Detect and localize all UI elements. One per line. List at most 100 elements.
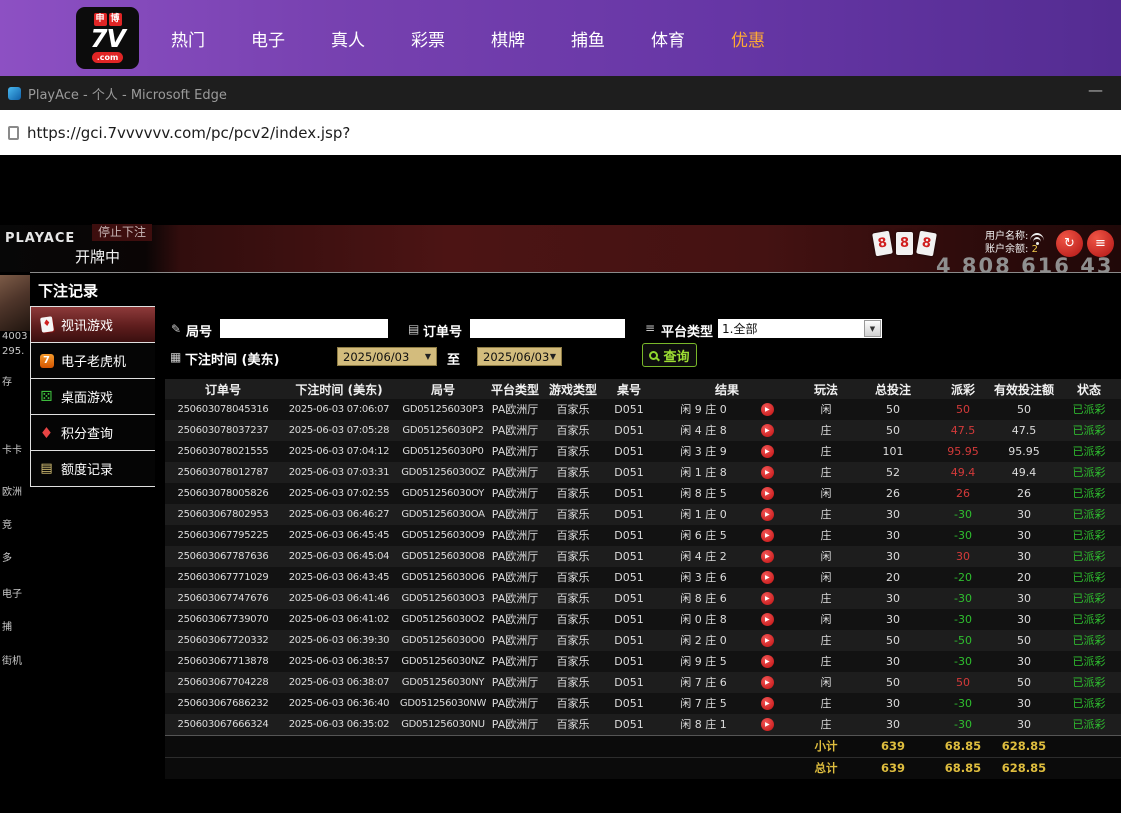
- cell-result: 闲 8 庄 5 ▶: [653, 483, 801, 504]
- cell-round: GD051256030O0: [397, 630, 489, 651]
- chevron-down-icon: ▼: [550, 352, 556, 361]
- cell-valid-bet: 49.4: [991, 462, 1057, 483]
- bet-records-table: 订单号 下注时间 (美东) 局号 平台类型 游戏类型 桌号 结果 玩法 总投注 …: [165, 379, 1121, 779]
- play-video-button[interactable]: ▶: [761, 529, 774, 542]
- table-row[interactable]: 250603067713878 2025-06-03 06:38:57 GD05…: [165, 651, 1121, 672]
- cell-table-no: D051: [605, 546, 653, 567]
- cell-status: 已派彩: [1057, 609, 1121, 630]
- play-video-button[interactable]: ▶: [761, 655, 774, 668]
- table-row[interactable]: 250603067795225 2025-06-03 06:45:45 GD05…: [165, 525, 1121, 546]
- cell-play: 庄: [801, 630, 851, 651]
- cell-result: 闲 0 庄 8 ▶: [653, 609, 801, 630]
- cell-platform: PA欧洲厅: [489, 630, 541, 651]
- table-row[interactable]: 250603078012787 2025-06-03 07:03:31 GD05…: [165, 462, 1121, 483]
- play-video-button[interactable]: ▶: [761, 487, 774, 500]
- play-video-button[interactable]: ▶: [761, 676, 774, 689]
- round-number-input[interactable]: [220, 319, 388, 338]
- cell-round: GD051256030P3: [397, 399, 489, 420]
- cell-total-bet: 20: [851, 567, 935, 588]
- table-row[interactable]: 250603078037237 2025-06-03 07:05:28 GD05…: [165, 420, 1121, 441]
- site-logo[interactable]: 申 博 7V .com: [76, 7, 139, 69]
- cell-table-no: D051: [605, 609, 653, 630]
- play-video-button[interactable]: ▶: [761, 613, 774, 626]
- play-video-button[interactable]: ▶: [761, 571, 774, 584]
- play-video-button[interactable]: ▶: [761, 697, 774, 710]
- sidebar-item-points-query[interactable]: ♦ 积分查询: [31, 415, 155, 451]
- chevron-down-icon[interactable]: ▼: [864, 320, 881, 337]
- table-row[interactable]: 250603067747676 2025-06-03 06:41:46 GD05…: [165, 588, 1121, 609]
- play-video-button[interactable]: ▶: [761, 403, 774, 416]
- nav-board-games[interactable]: 棋牌: [468, 26, 548, 51]
- minimize-button[interactable]: —: [1088, 81, 1103, 99]
- date-from-picker[interactable]: 2025/06/03 ▼: [337, 347, 437, 366]
- cell-status: 已派彩: [1057, 462, 1121, 483]
- sidebar-item-video-games[interactable]: ♦ 视讯游戏: [31, 307, 155, 343]
- address-bar[interactable]: https://gci.7vvvvvv.com/pc/pcv2/index.js…: [0, 110, 1121, 155]
- table-row[interactable]: 250603067739070 2025-06-03 06:41:02 GD05…: [165, 609, 1121, 630]
- cell-time: 2025-06-03 06:38:57: [281, 651, 397, 672]
- cell-table-no: D051: [605, 462, 653, 483]
- cell-game-type: 百家乐: [541, 462, 605, 483]
- col-time: 下注时间 (美东): [281, 379, 397, 399]
- cell-valid-bet: 30: [991, 525, 1057, 546]
- cell-total-bet: 30: [851, 609, 935, 630]
- table-row[interactable]: 250603067771029 2025-06-03 06:43:45 GD05…: [165, 567, 1121, 588]
- play-video-button[interactable]: ▶: [761, 718, 774, 731]
- table-row[interactable]: 250603067720332 2025-06-03 06:39:30 GD05…: [165, 630, 1121, 651]
- table-row[interactable]: 250603067787636 2025-06-03 06:45:04 GD05…: [165, 546, 1121, 567]
- cell-payout: -30: [935, 588, 991, 609]
- dice-icon: ⚄: [38, 388, 55, 405]
- table-row[interactable]: 250603067802953 2025-06-03 06:46:27 GD05…: [165, 504, 1121, 525]
- cell-valid-bet: 30: [991, 693, 1057, 714]
- cell-play: 庄: [801, 651, 851, 672]
- cell-table-no: D051: [605, 588, 653, 609]
- nav-hot[interactable]: 热门: [148, 26, 228, 51]
- refresh-icon[interactable]: ↻: [1056, 230, 1083, 257]
- play-video-button[interactable]: ▶: [761, 508, 774, 521]
- play-video-button[interactable]: ▶: [761, 550, 774, 563]
- play-video-button[interactable]: ▶: [761, 424, 774, 437]
- play-video-button[interactable]: ▶: [761, 592, 774, 605]
- cell-result: 闲 4 庄 8 ▶: [653, 420, 801, 441]
- table-row[interactable]: 250603078021555 2025-06-03 07:04:12 GD05…: [165, 441, 1121, 462]
- nav-fishing[interactable]: 捕鱼: [548, 26, 628, 51]
- cell-table-no: D051: [605, 693, 653, 714]
- menu-icon[interactable]: ≡: [1087, 230, 1114, 257]
- to-label: 至: [447, 349, 460, 368]
- platform-type-select[interactable]: 1.全部 ▼: [718, 319, 882, 338]
- cell-time: 2025-06-03 06:45:04: [281, 546, 397, 567]
- cell-valid-bet: 50: [991, 630, 1057, 651]
- nav-live[interactable]: 真人: [308, 26, 388, 51]
- cell-time: 2025-06-03 06:39:30: [281, 630, 397, 651]
- sidebar-item-label: 额度记录: [61, 459, 113, 478]
- play-video-button[interactable]: ▶: [761, 634, 774, 647]
- play-video-button[interactable]: ▶: [761, 445, 774, 458]
- sidebar-item-quota-records[interactable]: ▤ 额度记录: [31, 451, 155, 487]
- order-number-input[interactable]: [470, 319, 625, 338]
- playace-brand: PLAYACE: [5, 231, 75, 246]
- nav-slots[interactable]: 电子: [228, 26, 308, 51]
- result-text: 闲 4 庄 8: [680, 420, 727, 441]
- sidebar-item-table-games[interactable]: ⚄ 桌面游戏: [31, 379, 155, 415]
- nav-lottery[interactable]: 彩票: [388, 26, 468, 51]
- cell-play: 闲: [801, 546, 851, 567]
- bg-fragment: 电子: [2, 585, 22, 600]
- table-row[interactable]: 250603067666324 2025-06-03 06:35:02 GD05…: [165, 714, 1121, 736]
- date-to-picker[interactable]: 2025/06/03 ▼: [477, 347, 562, 366]
- table-row[interactable]: 250603067704228 2025-06-03 06:38:07 GD05…: [165, 672, 1121, 693]
- nav-promotions[interactable]: 优惠: [708, 26, 788, 51]
- play-video-button[interactable]: ▶: [761, 466, 774, 479]
- search-button[interactable]: 查询: [642, 343, 697, 367]
- nav-sports[interactable]: 体育: [628, 26, 708, 51]
- cell-round: GD051256030NY: [397, 672, 489, 693]
- cell-platform: PA欧洲厅: [489, 525, 541, 546]
- sidebar-item-slot-machines[interactable]: 7 电子老虎机: [31, 343, 155, 379]
- table-row[interactable]: 250603067686232 2025-06-03 06:36:40 GD05…: [165, 693, 1121, 714]
- cell-result: 闲 8 庄 1 ▶: [653, 714, 801, 736]
- col-payout: 派彩: [935, 379, 991, 399]
- cell-time: 2025-06-03 07:03:31: [281, 462, 397, 483]
- cell-table-no: D051: [605, 672, 653, 693]
- table-row[interactable]: 250603078005826 2025-06-03 07:02:55 GD05…: [165, 483, 1121, 504]
- cell-payout: -30: [935, 609, 991, 630]
- table-row[interactable]: 250603078045316 2025-06-03 07:06:07 GD05…: [165, 399, 1121, 420]
